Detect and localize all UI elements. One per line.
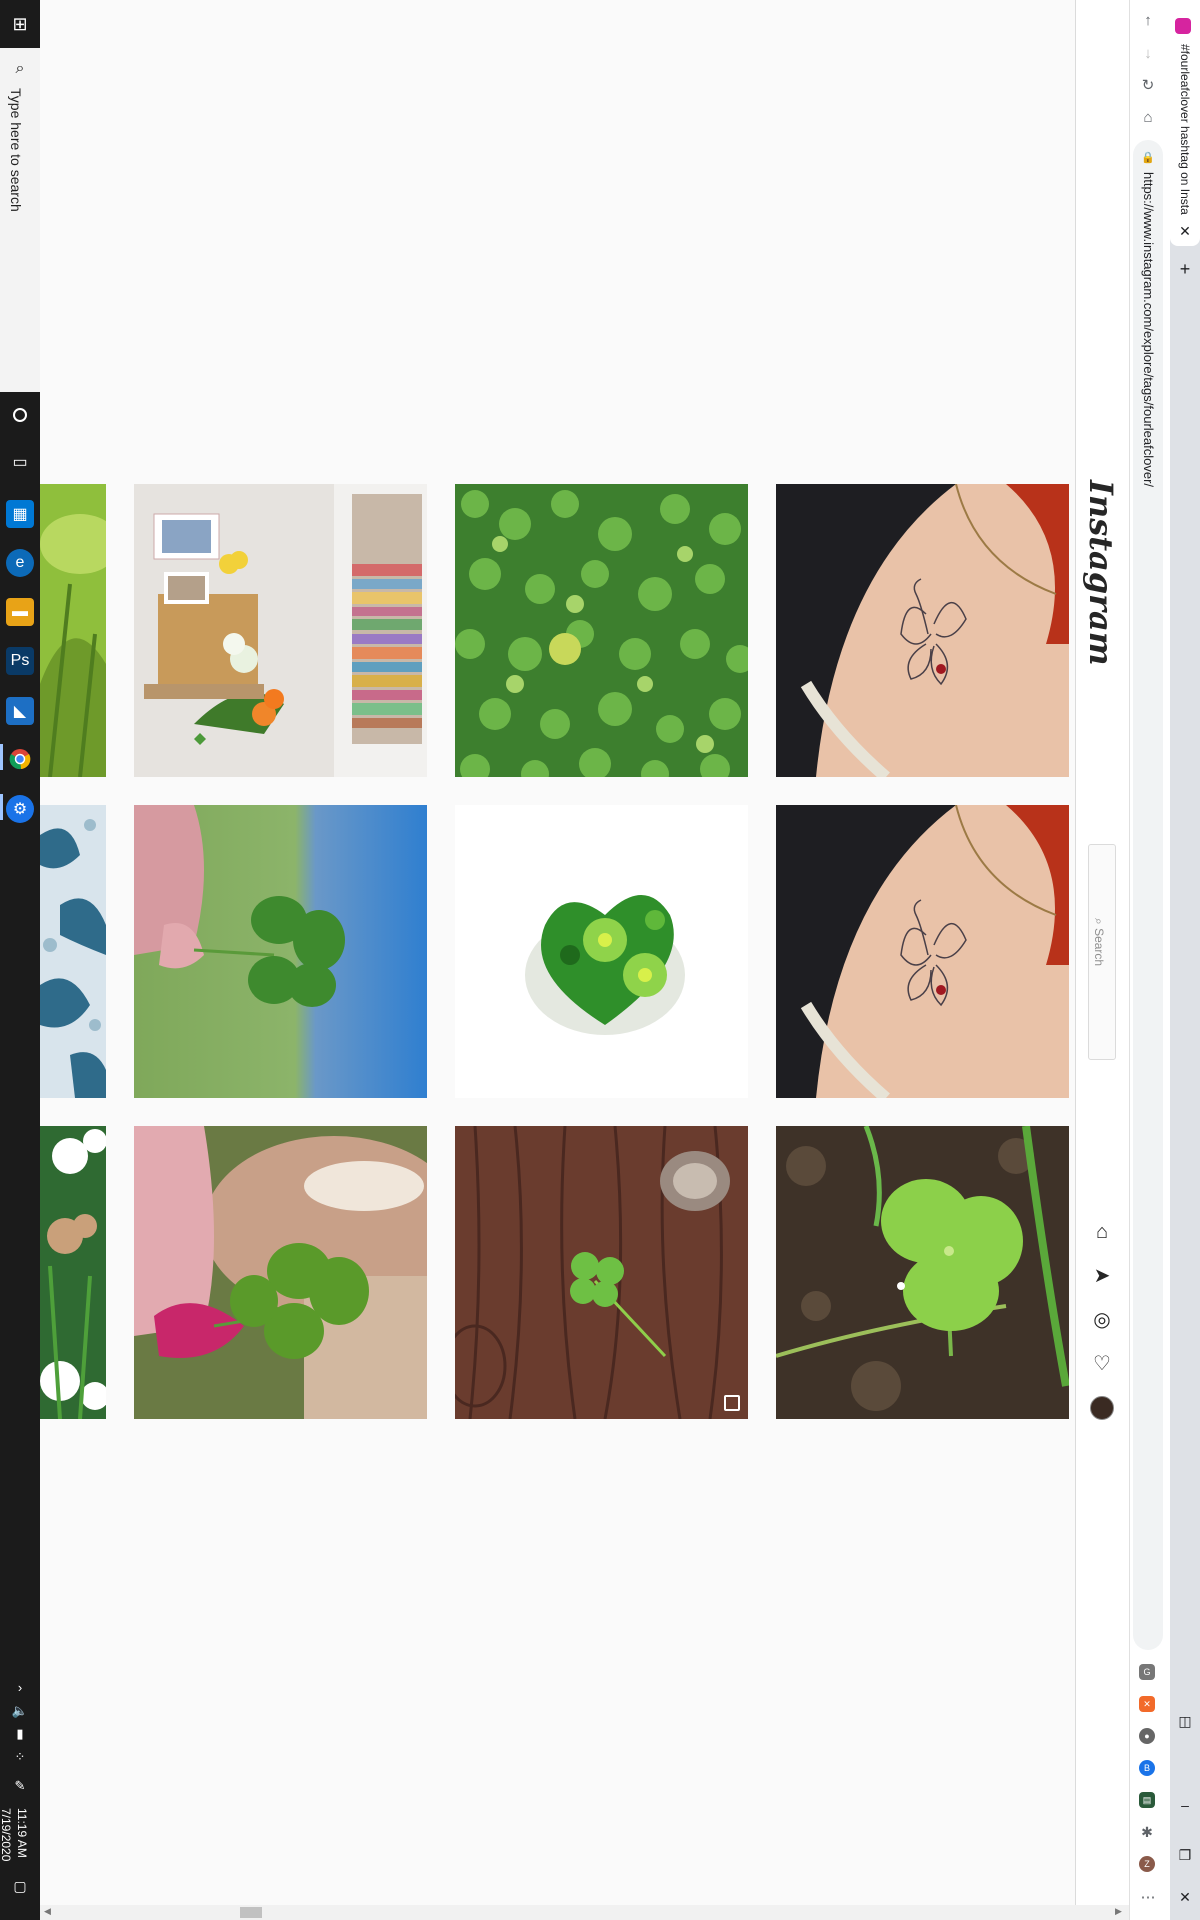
extension-icon[interactable]: ▤ <box>1139 1792 1155 1808</box>
tab-strip <box>1170 0 1200 1920</box>
vscode-icon[interactable]: ◣ <box>6 697 34 725</box>
post-thumbnail[interactable] <box>776 1126 1069 1419</box>
post-thumbnail[interactable] <box>455 805 748 1098</box>
clock-time: 11:19 AM <box>15 1808 29 1858</box>
horizontal-scrollbar[interactable] <box>40 1905 1129 1920</box>
photoshop-icon[interactable]: Ps <box>6 647 34 675</box>
new-tab-icon[interactable]: + <box>1172 256 1198 282</box>
chrome-menu-icon[interactable]: ⋯ <box>1136 1886 1160 1910</box>
tab-title: #fourleafclover hashtag on Insta <box>1178 44 1192 215</box>
pen-icon[interactable]: ✎ <box>6 1772 34 1800</box>
instagram-logo[interactable]: Instagram <box>1082 480 1120 666</box>
home-icon[interactable]: ⌂ <box>1089 1219 1115 1245</box>
taskbar-search-placeholder: Type here to search <box>8 88 24 212</box>
scrollbar-thumb[interactable] <box>240 1907 262 1918</box>
home-icon[interactable]: ⌂ <box>1136 106 1160 130</box>
window-close-icon[interactable]: ✕ <box>1172 1884 1198 1910</box>
direct-messages-icon[interactable]: ➤ <box>1089 1263 1115 1289</box>
search-placeholder-text: Search <box>1092 928 1106 967</box>
forward-arrow-icon[interactable]: ↓ <box>1136 42 1160 66</box>
post-thumbnail[interactable] <box>40 484 106 777</box>
post-thumbnail[interactable] <box>40 1126 106 1419</box>
multiple-photos-icon <box>724 1395 740 1411</box>
search-placeholder: ⌕ Search <box>1091 918 1106 966</box>
active-app-indicator <box>0 744 3 770</box>
post-thumbnail[interactable] <box>40 805 106 1098</box>
post-thumbnail[interactable] <box>776 805 1069 1098</box>
back-arrow-icon[interactable]: ↑ <box>1136 9 1160 33</box>
instagram-favicon-icon <box>1175 18 1191 34</box>
cortana-icon[interactable] <box>6 401 34 429</box>
profile-avatar[interactable] <box>1090 1396 1114 1420</box>
scroll-left-icon[interactable]: ◀ <box>44 1906 51 1917</box>
post-thumbnail[interactable] <box>134 1126 427 1419</box>
reload-icon[interactable]: ↻ <box>1136 74 1160 98</box>
taskbar-clock[interactable]: 11:19 AM 7/19/2020 <box>0 1808 30 1861</box>
extension-icon[interactable]: B <box>1139 1760 1155 1776</box>
post-thumbnail[interactable] <box>455 1126 748 1419</box>
lock-icon[interactable]: 🔒 <box>1136 146 1160 170</box>
scroll-right-icon[interactable]: ▶ <box>1115 1906 1122 1917</box>
windows-start-button[interactable]: ⊞ <box>0 0 40 48</box>
extension-icon[interactable]: G <box>1139 1664 1155 1680</box>
post-thumbnail[interactable] <box>134 484 427 777</box>
store-icon[interactable]: ▦ <box>6 500 34 528</box>
activity-heart-icon[interactable]: ♡ <box>1089 1351 1115 1377</box>
search-icon: ⌕ <box>1092 918 1106 929</box>
post-thumbnail[interactable] <box>134 805 427 1098</box>
settings-app-icon[interactable]: ⚙ <box>6 795 34 823</box>
clock-date: 7/19/2020 <box>0 1808 13 1862</box>
search-icon: ⌕ <box>15 60 25 77</box>
tab-close-icon[interactable]: ✕ <box>1172 218 1198 244</box>
address-bar-url: https://www.instagram.com/explore/tags/f… <box>1141 172 1156 488</box>
notification-center-icon[interactable]: ▢ <box>6 1872 34 1900</box>
active-app-indicator <box>0 794 3 820</box>
task-view-icon[interactable]: ▭ <box>6 448 34 476</box>
extensions-puzzle-icon[interactable]: ✱ <box>1139 1824 1155 1840</box>
minimize-icon[interactable]: – <box>1172 1792 1198 1818</box>
restore-icon[interactable]: ❐ <box>1172 1842 1198 1868</box>
file-explorer-icon[interactable]: ▬ <box>6 598 34 626</box>
profile-icon[interactable]: Z <box>1139 1856 1155 1872</box>
post-thumbnail[interactable] <box>455 484 748 777</box>
multiple-photos-icon <box>724 1074 740 1090</box>
extension-icon[interactable]: ✕ <box>1139 1696 1155 1712</box>
extension-icon[interactable]: ● <box>1139 1728 1155 1744</box>
post-thumbnail[interactable] <box>776 484 1069 777</box>
network-icon[interactable]: ⁘ <box>6 1743 34 1771</box>
tab-search-icon[interactable]: ◫ <box>1172 1708 1198 1734</box>
chrome-taskbar-icon[interactable] <box>6 745 34 773</box>
explore-compass-icon[interactable]: ◎ <box>1089 1307 1115 1333</box>
edge-icon[interactable]: e <box>6 549 34 577</box>
